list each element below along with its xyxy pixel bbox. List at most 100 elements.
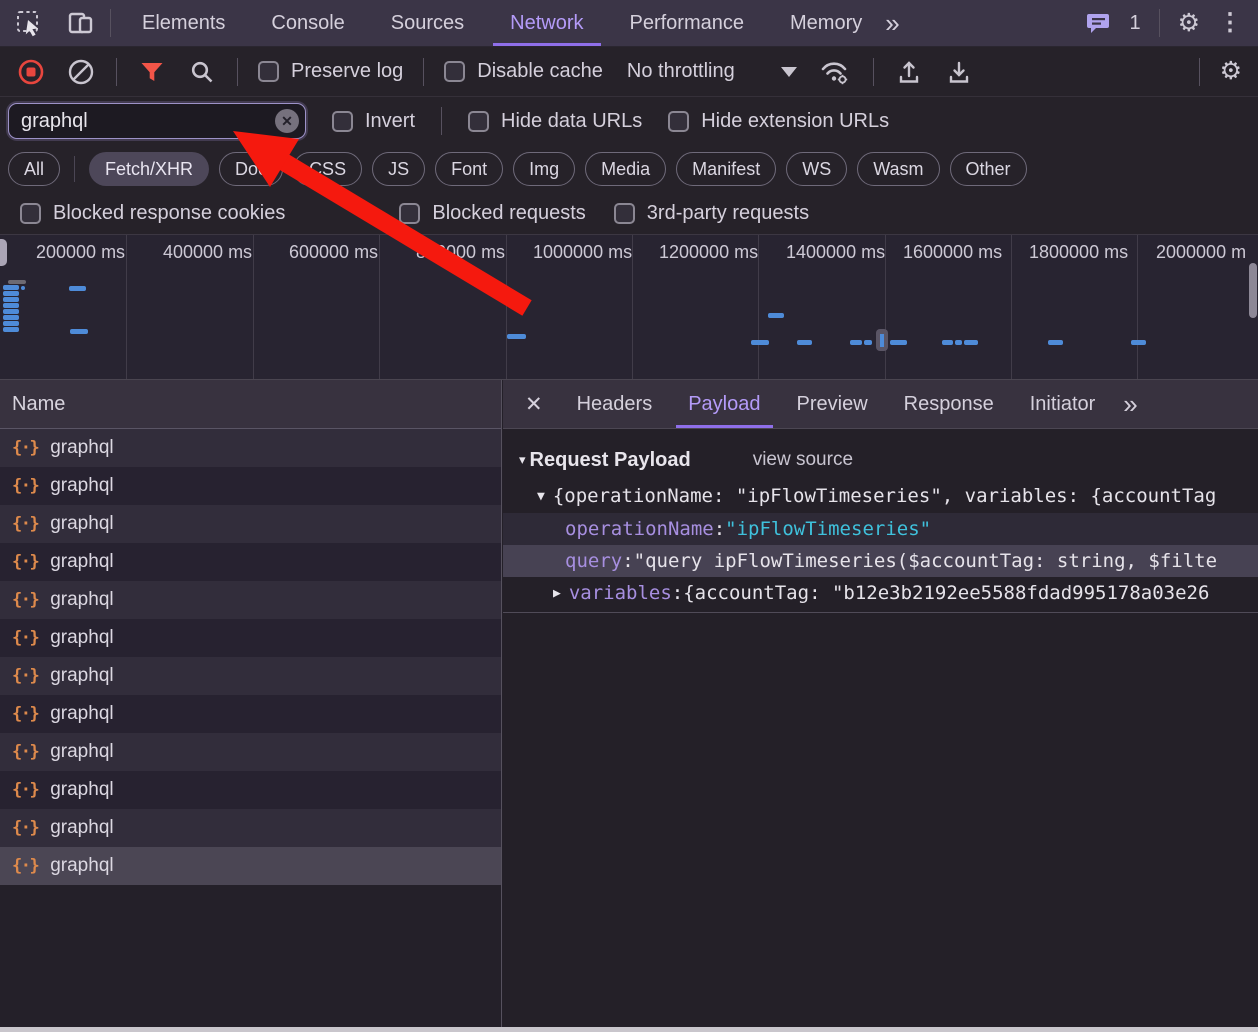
chip-all[interactable]: All bbox=[8, 152, 60, 186]
payload-row[interactable]: query: "query ipFlowTimeseries($accountT… bbox=[503, 545, 1258, 577]
request-row[interactable]: {·}graphql bbox=[0, 657, 501, 695]
throttling-select[interactable]: No throttling bbox=[627, 60, 797, 83]
tab-elements[interactable]: Elements bbox=[125, 0, 242, 46]
blocked-response-cookies-checkbox[interactable]: Blocked response cookies bbox=[20, 202, 285, 225]
chip-font[interactable]: Font bbox=[435, 152, 503, 186]
blocked-requests-checkbox[interactable]: Blocked requests bbox=[399, 202, 585, 225]
chip-fetchxhr[interactable]: Fetch/XHR bbox=[89, 152, 209, 186]
timeline-tick-label: 1000000 ms bbox=[533, 242, 632, 263]
export-har-icon[interactable] bbox=[944, 57, 974, 87]
checkbox-box[interactable] bbox=[20, 203, 41, 224]
detail-tab-preview[interactable]: Preview bbox=[783, 380, 882, 428]
json-braces-icon: {·} bbox=[12, 856, 38, 876]
record-icon[interactable] bbox=[16, 57, 46, 87]
chip-img[interactable]: Img bbox=[513, 152, 575, 186]
detail-tab-payload[interactable]: Payload bbox=[674, 380, 774, 428]
request-row[interactable]: {·}graphql bbox=[0, 619, 501, 657]
request-name: graphql bbox=[50, 703, 113, 725]
timeline-resizer-handle[interactable] bbox=[0, 239, 7, 266]
chip-manifest[interactable]: Manifest bbox=[676, 152, 776, 186]
payload-value: {accountTag: "b12e3b2192ee5588fdad995178… bbox=[683, 582, 1209, 604]
invert-checkbox[interactable]: Invert bbox=[332, 110, 415, 133]
more-options-icon[interactable]: ⋮ bbox=[1218, 11, 1242, 35]
payload-row[interactable]: operationName: "ipFlowTimeseries" bbox=[503, 513, 1258, 545]
request-row[interactable]: {·}graphql bbox=[0, 695, 501, 733]
request-row[interactable]: {·}graphql bbox=[0, 429, 501, 467]
payload-row[interactable]: ▶variables: {accountTag: "b12e3b2192ee55… bbox=[503, 577, 1258, 609]
checkbox-box[interactable] bbox=[614, 203, 635, 224]
request-timeline-bar bbox=[3, 321, 19, 326]
request-row[interactable]: {·}graphql bbox=[0, 505, 501, 543]
request-row[interactable]: {·}graphql bbox=[0, 543, 501, 581]
3rd-party-requests-checkbox[interactable]: 3rd-party requests bbox=[614, 202, 809, 225]
chip-media[interactable]: Media bbox=[585, 152, 666, 186]
import-har-icon[interactable] bbox=[894, 57, 924, 87]
network-settings-gear-icon[interactable]: ⚙ bbox=[1220, 59, 1242, 84]
request-row[interactable]: {·}graphql bbox=[0, 847, 501, 885]
tab-network[interactable]: Network bbox=[493, 0, 600, 46]
collapse-triangle-icon[interactable]: ▾ bbox=[519, 452, 526, 468]
request-timeline-bar bbox=[1048, 340, 1063, 345]
network-overview-timeline[interactable]: 200000 ms400000 ms600000 ms800000 ms1000… bbox=[0, 235, 1258, 380]
checkbox-label: Blocked response cookies bbox=[53, 202, 285, 225]
network-conditions-icon[interactable] bbox=[817, 57, 853, 87]
detail-tab-response[interactable]: Response bbox=[890, 380, 1008, 428]
filter-funnel-icon[interactable] bbox=[137, 57, 167, 87]
close-icon[interactable]: ✕ bbox=[513, 380, 555, 428]
checkbox-box[interactable] bbox=[399, 203, 420, 224]
inspect-cursor-icon[interactable] bbox=[14, 8, 44, 38]
chip-wasm[interactable]: Wasm bbox=[857, 152, 939, 186]
hide-extension-urls-label: Hide extension URLs bbox=[701, 110, 889, 133]
preserve-log-label: Preserve log bbox=[291, 60, 403, 83]
detail-tab-initiator[interactable]: Initiator bbox=[1016, 380, 1110, 428]
checkbox-box[interactable] bbox=[258, 61, 279, 82]
expand-triangle-icon[interactable]: ▶ bbox=[553, 586, 561, 601]
tab-sources[interactable]: Sources bbox=[374, 0, 481, 46]
request-row[interactable]: {·}graphql bbox=[0, 467, 501, 505]
filter-input[interactable] bbox=[8, 103, 306, 139]
filter-row: ✕ Invert Hide data URLs Hide extension U… bbox=[0, 97, 1258, 145]
clear-network-log-icon[interactable] bbox=[66, 57, 96, 87]
expand-triangle-icon[interactable]: ▼ bbox=[537, 489, 545, 504]
payload-row[interactable]: ▼ {operationName: "ipFlowTimeseries", var… bbox=[503, 479, 1258, 513]
detail-tab-headers[interactable]: Headers bbox=[563, 380, 667, 428]
request-row[interactable]: {·}graphql bbox=[0, 733, 501, 771]
devtools-tabbar: Elements Console Sources Network Performance… bbox=[0, 0, 1258, 47]
request-row[interactable]: {·}graphql bbox=[0, 771, 501, 809]
request-timeline-bar bbox=[3, 303, 19, 308]
timeline-scrollbar-thumb[interactable] bbox=[1249, 263, 1257, 318]
checkbox-box[interactable] bbox=[332, 111, 353, 132]
request-row[interactable]: {·}graphql bbox=[0, 581, 501, 619]
chip-css[interactable]: CSS bbox=[293, 152, 362, 186]
name-column-header[interactable]: Name bbox=[0, 380, 501, 429]
console-messages-icon[interactable] bbox=[1085, 8, 1111, 38]
tab-memory[interactable]: Memory bbox=[773, 0, 879, 46]
json-braces-icon: {·} bbox=[12, 666, 38, 686]
checkbox-box[interactable] bbox=[468, 111, 489, 132]
clear-filter-icon[interactable]: ✕ bbox=[275, 109, 299, 133]
chip-js[interactable]: JS bbox=[372, 152, 425, 186]
tab-console[interactable]: Console bbox=[254, 0, 361, 46]
chip-ws[interactable]: WS bbox=[786, 152, 847, 186]
checkbox-box[interactable] bbox=[444, 61, 465, 82]
more-tabs-icon[interactable]: » bbox=[879, 8, 902, 39]
more-detail-tabs-icon[interactable]: » bbox=[1117, 380, 1140, 428]
checkbox-box[interactable] bbox=[668, 111, 689, 132]
chip-divider bbox=[74, 156, 75, 182]
settings-gear-icon[interactable]: ⚙ bbox=[1178, 11, 1200, 36]
toolbar-divider bbox=[873, 58, 874, 86]
chip-other[interactable]: Other bbox=[950, 152, 1027, 186]
request-row[interactable]: {·}graphql bbox=[0, 809, 501, 847]
chip-doc[interactable]: Doc bbox=[219, 152, 283, 186]
device-toolbar-icon[interactable] bbox=[66, 8, 96, 38]
request-name: graphql bbox=[50, 779, 113, 801]
search-icon[interactable] bbox=[187, 57, 217, 87]
payload-preview-text: {operationName: "ipFlowTimeseries", vari… bbox=[553, 485, 1216, 507]
preserve-log-checkbox[interactable]: Preserve log bbox=[258, 60, 403, 83]
hide-extension-urls-checkbox[interactable]: Hide extension URLs bbox=[668, 110, 889, 133]
disable-cache-checkbox[interactable]: Disable cache bbox=[444, 60, 603, 83]
tab-performance[interactable]: Performance bbox=[613, 0, 762, 46]
hide-data-urls-checkbox[interactable]: Hide data URLs bbox=[468, 110, 642, 133]
view-source-link[interactable]: view source bbox=[753, 449, 853, 471]
toolbar-divider bbox=[1199, 58, 1200, 86]
